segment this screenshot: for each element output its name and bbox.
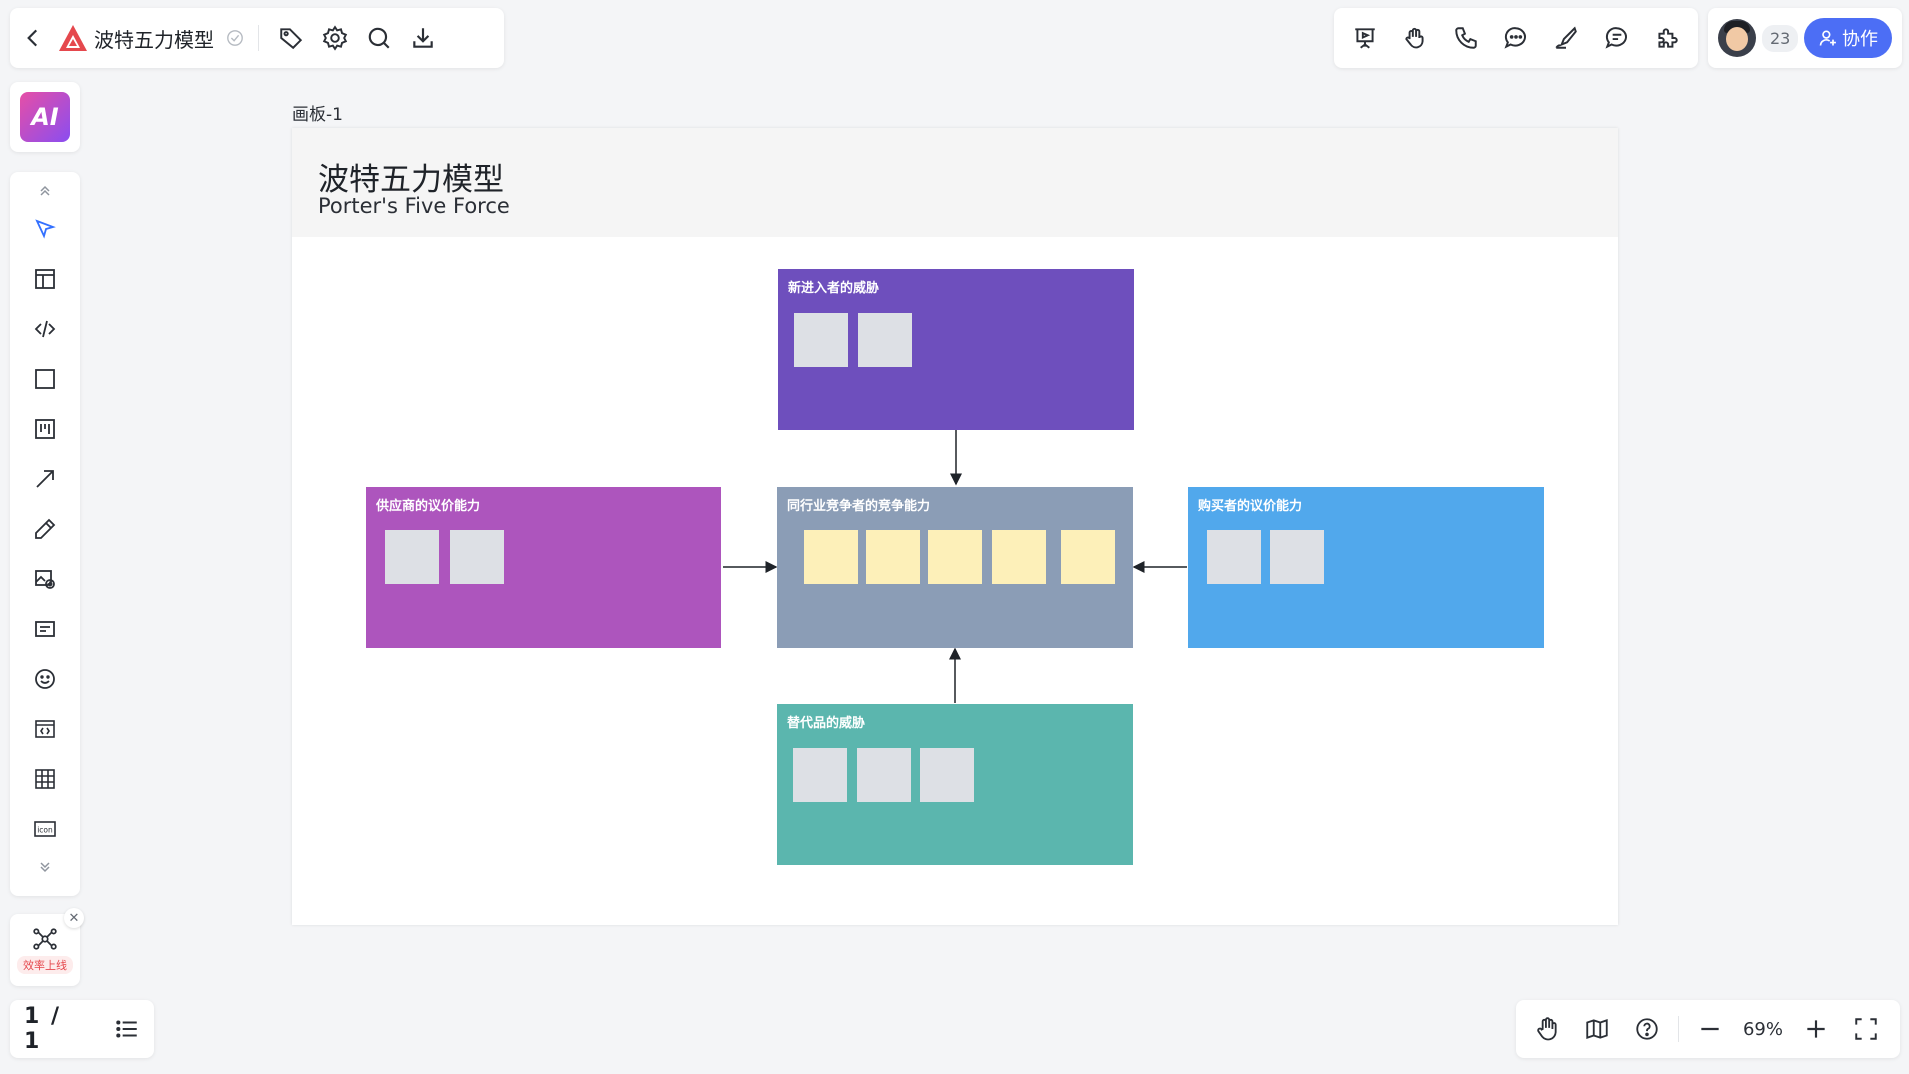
sticky-note[interactable] [858,313,912,367]
add-user-icon [1818,28,1838,48]
select-icon[interactable] [23,204,67,254]
online-count-badge[interactable]: 23 [1762,24,1799,52]
icon-library-icon[interactable]: icon [23,804,67,854]
user-panel: 23 协作 [1708,8,1902,68]
collaborate-label: 协作 [1842,29,1878,50]
sticky-note[interactable] [793,748,847,802]
force-buyers[interactable]: 购买者的议价能力 [1188,487,1544,648]
scroll-down-chevron-icon[interactable] [23,854,67,880]
sticky-note[interactable] [992,530,1046,584]
frame-label[interactable]: 画板-1 [292,100,343,125]
board-title[interactable]: 波特五力模型 [318,154,504,199]
board-frame[interactable]: 波特五力模型 Porter's Five Force 新进入者的威胁 供应商的议… [292,128,1618,925]
mind-map-plugin[interactable]: ✕ 效率上线 [10,908,84,986]
table-icon[interactable] [23,754,67,804]
hand-icon[interactable] [1522,1007,1572,1051]
sticky-note[interactable] [1061,530,1115,584]
text-box-icon[interactable] [23,604,67,654]
scroll-up-chevron-icon[interactable] [23,178,67,204]
code-icon[interactable] [23,304,67,354]
force-industry-rivalry[interactable]: 同行业竞争者的竞争能力 [777,487,1133,648]
force-label-suppliers: 供应商的议价能力 [376,499,481,514]
header-divider [258,25,259,51]
search-icon[interactable] [357,16,401,60]
avatar[interactable] [1718,19,1756,57]
pen-icon[interactable] [23,504,67,554]
sticky-note[interactable] [920,748,974,802]
document-title[interactable]: 波特五力模型 [94,24,214,53]
left-toolbar: icon [10,172,80,896]
close-icon[interactable]: ✕ [64,908,84,928]
zoom-controls: 69% [1516,1000,1900,1058]
saved-check-icon [226,29,244,47]
zoom-out-icon[interactable] [1685,1007,1735,1051]
list-icon[interactable] [114,1016,140,1042]
help-icon[interactable] [1622,1007,1672,1051]
zoom-level[interactable]: 69% [1735,1019,1791,1040]
page-navigator: 1 / 1 [10,1000,154,1058]
board-subtitle[interactable]: Porter's Five Force [318,194,510,218]
collaboration-toolbar [1334,8,1698,68]
svg-text:icon: icon [37,826,53,835]
force-suppliers[interactable]: 供应商的议价能力 [366,487,721,648]
force-new-entrants[interactable]: 新进入者的威胁 [778,269,1134,430]
force-substitutes[interactable]: 替代品的威胁 [777,704,1133,865]
plugin-icon[interactable] [1644,16,1690,60]
sticky-note[interactable] [804,530,858,584]
frame-header: 波特五力模型 Porter's Five Force [292,128,1618,237]
rectangle-icon[interactable] [23,354,67,404]
map-icon[interactable] [1572,1007,1622,1051]
gear-icon[interactable] [313,16,357,60]
tag-icon[interactable] [269,16,313,60]
sticky-note[interactable] [866,530,920,584]
code-block-icon[interactable] [23,704,67,754]
sticky-note[interactable] [450,530,504,584]
force-label-buyers: 购买者的议价能力 [1198,499,1303,514]
emoji-icon[interactable] [23,654,67,704]
image-icon[interactable] [23,554,67,604]
hand-wave-icon[interactable] [1392,16,1438,60]
zoom-divider [1678,1016,1679,1042]
force-label-new-entrants: 新进入者的威胁 [788,281,880,296]
comments-icon[interactable] [1594,16,1640,60]
sticky-note[interactable] [794,313,848,367]
chat-icon[interactable] [1493,16,1539,60]
collaborate-button[interactable]: 协作 [1804,18,1892,58]
sticky-note[interactable] [928,530,982,584]
ai-panel: AI [10,82,80,152]
kanban-icon[interactable] [23,404,67,454]
present-icon[interactable] [1342,16,1388,60]
phone-icon[interactable] [1443,16,1489,60]
document-header: 波特五力模型 [10,8,504,68]
sticky-note[interactable] [857,748,911,802]
force-label-industry-rivalry: 同行业竞争者的竞争能力 [787,499,931,514]
app-logo-icon [58,24,88,52]
sticky-note[interactable] [1270,530,1324,584]
download-icon[interactable] [401,16,445,60]
mind-map-icon [32,926,58,952]
page-counter[interactable]: 1 / 1 [24,1004,78,1054]
arrow-icon[interactable] [23,454,67,504]
sticky-note[interactable] [1207,530,1261,584]
sticky-note[interactable] [385,530,439,584]
back-chevron-left-icon[interactable] [18,16,48,60]
zoom-in-icon[interactable] [1791,1007,1841,1051]
ai-button[interactable]: AI [20,92,70,142]
sign-icon[interactable] [1543,16,1589,60]
fullscreen-icon[interactable] [1841,1007,1891,1051]
layout-icon[interactable] [23,254,67,304]
force-label-substitutes: 替代品的威胁 [787,716,866,731]
plugin-badge: 效率上线 [17,956,73,974]
